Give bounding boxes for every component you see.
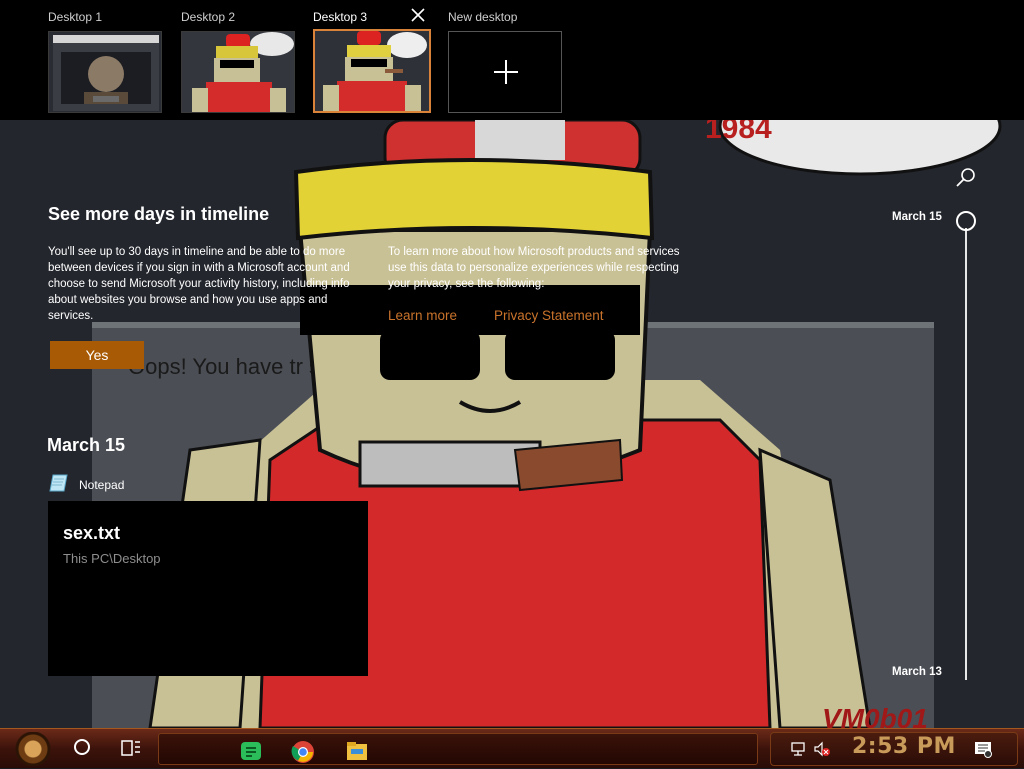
activity-app-name: Notepad xyxy=(79,478,125,492)
timeline-privacy-text: To learn more about how Microsoft produc… xyxy=(388,246,680,290)
privacy-statement-link[interactable]: Privacy Statement xyxy=(494,308,604,323)
wallpaper-watermark: VM0b01 xyxy=(822,703,928,728)
virtual-desktops-bar: Desktop 1 Desktop 2 Desktop 3 New deskto… xyxy=(0,0,1024,120)
task-view-icon[interactable] xyxy=(120,739,142,757)
desktop-2-thumbnail[interactable] xyxy=(181,31,295,113)
volume-muted-icon[interactable] xyxy=(813,741,831,762)
timeline-search-icon[interactable] xyxy=(954,166,978,190)
file-explorer-icon[interactable] xyxy=(345,740,369,762)
desktop-2-label: Desktop 2 xyxy=(181,10,236,24)
notes-app-icon[interactable] xyxy=(239,740,263,762)
activity-app-header: Notepad xyxy=(48,474,124,496)
timeline-scrubber-handle[interactable] xyxy=(956,211,976,231)
speech-bubble-text: 1984 xyxy=(705,120,772,145)
activity-card-path: This PC\Desktop xyxy=(63,551,161,566)
new-desktop-label: New desktop xyxy=(448,10,518,24)
desktop-3-thumbnail[interactable] xyxy=(313,29,431,113)
timeline-prompt-body: You'll see up to 30 days in timeline and… xyxy=(48,246,350,322)
new-desktop-button[interactable] xyxy=(448,31,562,113)
scrubber-top-date: March 15 xyxy=(892,211,942,223)
action-center-icon[interactable] xyxy=(973,740,993,763)
day-heading: March 15 xyxy=(47,435,126,455)
chrome-icon[interactable] xyxy=(291,740,315,763)
yes-button[interactable]: Yes xyxy=(50,341,144,369)
notepad-icon xyxy=(48,472,70,499)
scrubber-bottom-date: March 13 xyxy=(892,666,942,678)
desktop-1-label: Desktop 1 xyxy=(48,10,103,24)
timeline-prompt-title: See more days in timeline xyxy=(48,204,270,224)
taskbar-apps xyxy=(158,733,758,765)
network-icon[interactable] xyxy=(789,741,807,762)
desktop-1-thumbnail[interactable] xyxy=(48,31,162,113)
start-button[interactable] xyxy=(10,732,56,766)
activity-card[interactable]: sex.txt This PC\Desktop xyxy=(48,501,368,676)
taskbar-clock[interactable]: 2:53 PM xyxy=(852,734,956,759)
activity-card-title: sex.txt xyxy=(63,523,121,543)
learn-more-link[interactable]: Learn more xyxy=(388,308,457,323)
timeline-scrubber-track[interactable] xyxy=(965,228,967,680)
cortana-search-icon[interactable] xyxy=(74,739,90,755)
close-desktop-icon[interactable] xyxy=(409,6,427,24)
desktop-3-label: Desktop 3 xyxy=(313,10,368,24)
